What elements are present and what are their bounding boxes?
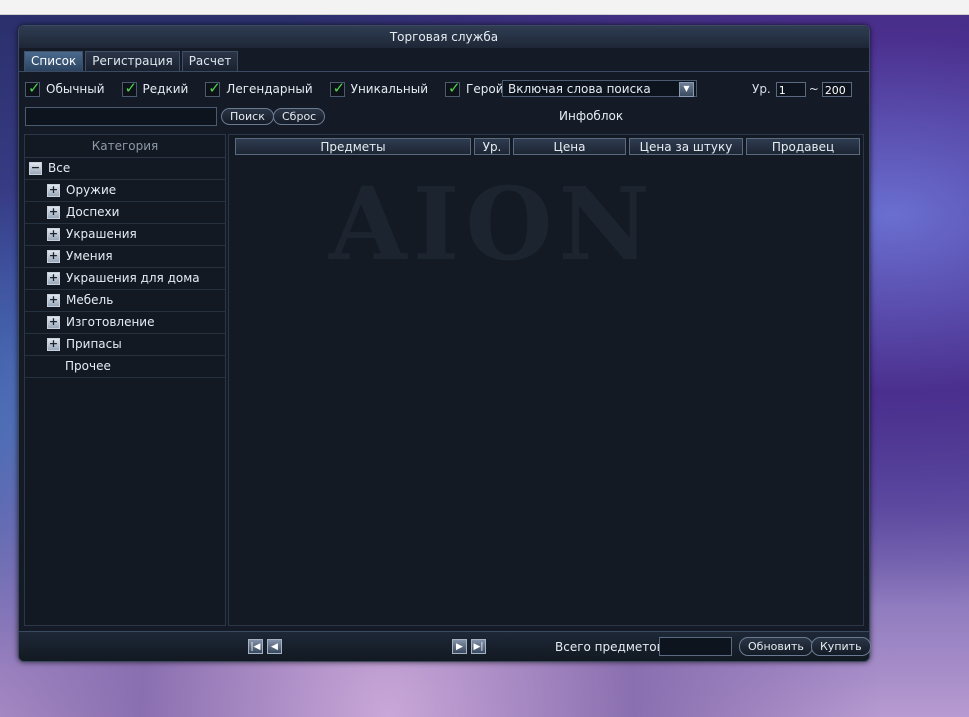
search-button[interactable]: Поиск — [221, 108, 274, 125]
filter-hero-checkbox[interactable]: ✓ Герой — [445, 78, 504, 97]
checkmark-icon: ✓ — [124, 78, 138, 97]
checkmark-icon: ✓ — [28, 78, 41, 97]
level-label: Ур. — [752, 82, 771, 96]
window-footer: |◀ ◀ ▶ ▶| Всего предметов Обновить Купит… — [19, 631, 871, 661]
expand-icon[interactable]: + — [47, 250, 60, 263]
tab-divider — [19, 71, 869, 72]
tab-bar: Список Регистрация Расчет — [24, 51, 239, 72]
category-label: Оружие — [66, 183, 117, 197]
window-title: Торговая служба — [19, 26, 869, 48]
level-range: Ур. 1 ~ 200 — [752, 80, 852, 98]
category-label: Украшения — [66, 227, 137, 241]
category-label: Все — [48, 161, 71, 175]
first-page-icon[interactable]: |◀ — [248, 639, 263, 654]
filter-unique-checkbox[interactable]: ✓ Уникальный — [329, 78, 429, 97]
level-min-input[interactable]: 1 — [775, 81, 806, 97]
category-label: Доспехи — [66, 205, 120, 219]
category-item-weapons[interactable]: + Оружие — [25, 180, 225, 202]
category-all[interactable]: − Все — [25, 158, 225, 180]
category-item-skills[interactable]: + Умения — [25, 246, 225, 268]
filter-common-checkbox[interactable]: ✓ Обычный — [25, 78, 105, 97]
browser-top-strip — [0, 0, 969, 15]
table-header: Предметы Ур. Цена Цена за штуку Продавец — [235, 138, 860, 155]
checkmark-icon: ✓ — [208, 78, 221, 97]
level-max-input[interactable]: 200 — [821, 81, 852, 97]
expand-icon[interactable]: + — [47, 206, 60, 219]
category-item-other[interactable]: Прочее — [25, 356, 225, 378]
filter-label: Обычный — [46, 82, 105, 96]
expand-icon[interactable]: + — [47, 294, 60, 307]
rarity-filters: ✓ Обычный ✓ Редкий ✓ Легендарный ✓ Уника… — [25, 80, 521, 98]
reset-button[interactable]: Сброс — [273, 108, 326, 125]
category-label: Украшения для дома — [66, 271, 200, 285]
buy-button[interactable]: Купить — [811, 637, 871, 656]
checkbox-box: ✓ — [121, 78, 138, 97]
next-page-icon[interactable]: ▶ — [452, 639, 467, 654]
expand-icon[interactable]: + — [47, 228, 60, 241]
category-label: Изготовление — [66, 315, 155, 329]
column-level[interactable]: Ур. — [474, 138, 510, 155]
total-items-field — [659, 637, 732, 656]
category-label: Мебель — [66, 293, 114, 307]
chevron-down-icon[interactable]: ▼ — [679, 82, 694, 97]
refresh-button[interactable]: Обновить — [739, 637, 813, 656]
filter-label: Уникальный — [350, 82, 429, 96]
filter-label: Герой — [466, 82, 504, 96]
results-panel: AION Предметы Ур. Цена Цена за штуку Про… — [228, 134, 864, 626]
checkmark-icon: ✓ — [332, 78, 346, 97]
category-item-jewelry[interactable]: + Украшения — [25, 224, 225, 246]
collapse-icon[interactable]: − — [29, 162, 42, 175]
column-unit-price[interactable]: Цена за штуку — [629, 138, 743, 155]
filter-label: Легендарный — [226, 82, 313, 96]
tab-registration[interactable]: Регистрация — [85, 51, 180, 72]
search-mode-value: Включая слова поиска — [508, 82, 651, 96]
column-seller[interactable]: Продавец — [746, 138, 860, 155]
filter-label: Редкий — [142, 82, 189, 96]
checkbox-box: ✓ — [329, 78, 346, 97]
last-page-icon[interactable]: ▶| — [471, 639, 486, 654]
category-label: Припасы — [66, 337, 122, 351]
search-input[interactable] — [25, 107, 217, 126]
expand-icon[interactable]: + — [47, 316, 60, 329]
search-mode-dropdown[interactable]: Включая слова поиска ▼ — [502, 80, 697, 97]
checkbox-box: ✓ — [445, 78, 461, 97]
category-label: Умения — [66, 249, 113, 263]
category-item-supplies[interactable]: + Припасы — [25, 334, 225, 356]
column-items[interactable]: Предметы — [235, 138, 471, 155]
tab-list[interactable]: Список — [24, 51, 84, 72]
level-separator: ~ — [808, 82, 819, 96]
expand-icon[interactable]: + — [47, 338, 60, 351]
category-label: Прочее — [65, 359, 111, 373]
category-header: Категория — [25, 135, 225, 158]
column-price[interactable]: Цена — [513, 138, 626, 155]
tab-settlement[interactable]: Расчет — [181, 51, 239, 72]
prev-page-icon[interactable]: ◀ — [267, 639, 282, 654]
filter-rare-checkbox[interactable]: ✓ Редкий — [121, 78, 189, 97]
checkmark-icon: ✓ — [448, 78, 461, 97]
category-item-crafting[interactable]: + Изготовление — [25, 312, 225, 334]
category-item-armor[interactable]: + Доспехи — [25, 202, 225, 224]
trade-service-window: Торговая служба Список Регистрация Расче… — [18, 25, 871, 662]
expand-icon[interactable]: + — [47, 272, 60, 285]
category-item-furniture[interactable]: + Мебель — [25, 290, 225, 312]
checkbox-box: ✓ — [205, 78, 221, 97]
total-items-label: Всего предметов — [555, 640, 664, 654]
infoblock-title: Инфоблок — [559, 109, 624, 123]
category-sidebar: Категория − Все + Оружие + Доспехи + Укр… — [24, 134, 226, 626]
aion-watermark-logo: AION — [329, 165, 656, 283]
filter-legendary-checkbox[interactable]: ✓ Легендарный — [205, 78, 313, 97]
expand-icon[interactable]: + — [47, 184, 60, 197]
category-item-home-decor[interactable]: + Украшения для дома — [25, 268, 225, 290]
checkbox-box: ✓ — [25, 78, 41, 97]
